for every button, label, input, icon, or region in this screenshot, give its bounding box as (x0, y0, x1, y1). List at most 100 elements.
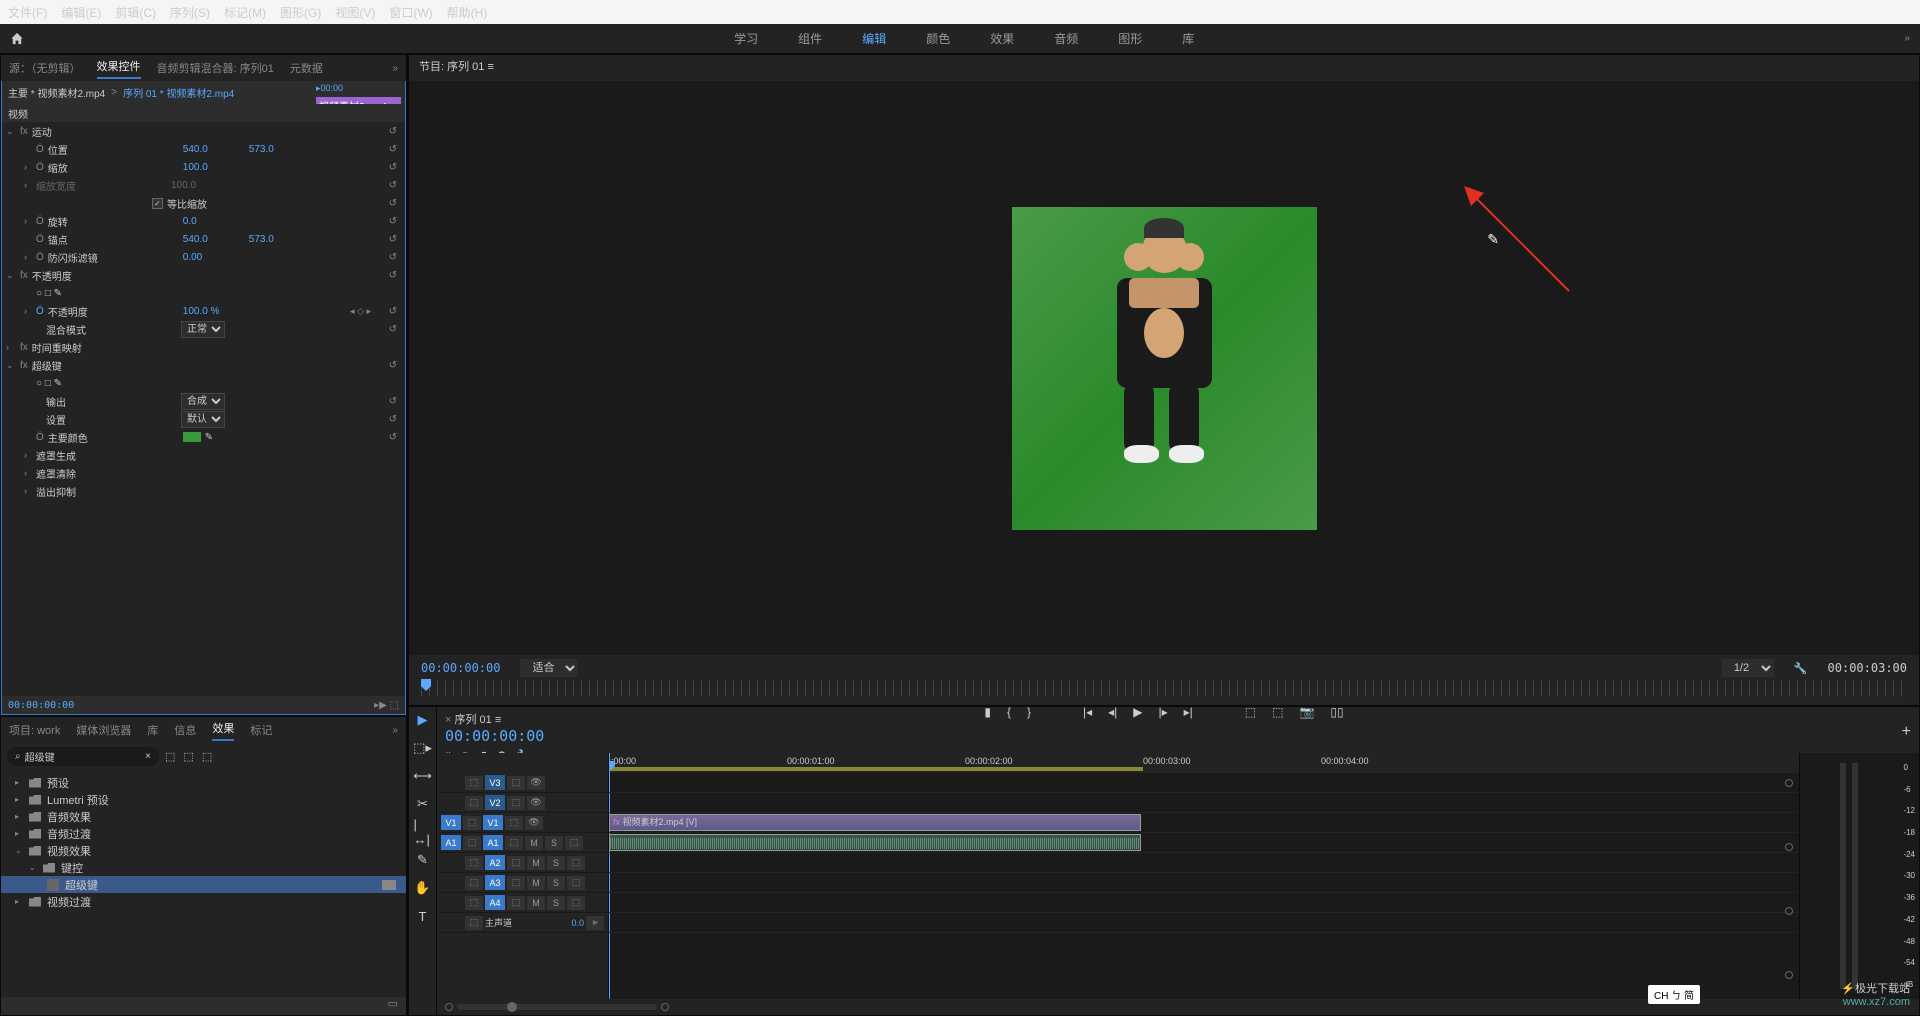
filter-icon-2[interactable]: ⬚ (183, 750, 193, 763)
settings-icon[interactable]: 🔧 (1794, 662, 1808, 675)
tab-info[interactable]: 信息 (174, 722, 196, 738)
track-a1[interactable]: A1⬚A1⬚MS⬚ (437, 833, 608, 853)
ec-blend-mode[interactable]: 混合模式正常↺ (2, 320, 405, 338)
ec-timeremap[interactable]: ›fx时间重映射 (2, 338, 405, 356)
zoom-in-icon[interactable] (661, 1003, 669, 1011)
blend-select[interactable]: 正常 (181, 321, 225, 338)
extract-icon[interactable]: ⬚ (1272, 705, 1283, 719)
tree-lumetri[interactable]: ▸Lumetri 预设 (1, 791, 406, 808)
zoom-select[interactable]: 1/2 (1722, 659, 1774, 677)
compare-icon[interactable]: ▯▯ (1330, 705, 1343, 719)
ec-uniform-scale[interactable]: ✓等比缩放↺ (2, 194, 405, 212)
menu-file[interactable]: 文件(F) (8, 4, 47, 21)
home-icon[interactable] (10, 32, 24, 46)
ec-sequence-clip[interactable]: 序列 01 * 视频素材2.mp4 (123, 85, 234, 100)
hand-tool-icon[interactable]: ✋ (414, 879, 432, 897)
track-a3[interactable]: ⬚A3⬚MS⬚ (437, 873, 608, 893)
tree-ultrakey[interactable]: 超级键 (1, 876, 406, 893)
tree-audiotr[interactable]: ▸音频过渡 (1, 825, 406, 842)
track-a4[interactable]: ⬚A4⬚MS⬚ (437, 893, 608, 913)
tree-presets[interactable]: ▸预设 (1, 774, 406, 791)
ec-opacity[interactable]: ⌄fx不透明度↺ (2, 266, 405, 284)
ec-matteclean[interactable]: ›遮罩清除 (2, 464, 405, 482)
ec-play-icon[interactable]: ▸▶ ⬚ (374, 700, 399, 711)
tree-videofx[interactable]: ⌄视频效果 (1, 842, 406, 859)
filter-icon-1[interactable]: ⬚ (165, 750, 175, 763)
goto-out-icon[interactable]: ▸| (1184, 705, 1193, 719)
ec-keycolor[interactable]: Ö主要颜色✎↺ (2, 428, 405, 446)
menu-help[interactable]: 帮助(H) (447, 4, 488, 21)
program-timecode-left[interactable]: 00:00:00:00 (421, 661, 500, 675)
tab-media-browser[interactable]: 媒体浏览器 (76, 722, 131, 738)
ec-spillsupp[interactable]: ›溢出抑制 (2, 482, 405, 500)
lift-icon[interactable]: ⬚ (1245, 705, 1256, 719)
program-monitor[interactable]: ✎ (409, 81, 1919, 655)
ws-library[interactable]: 库 (1182, 30, 1194, 47)
tab-metadata[interactable]: 元数据 (290, 60, 323, 76)
goto-in-icon[interactable]: |◂ (1083, 705, 1092, 719)
ec-ultrakey[interactable]: ⌄fx超级键↺ (2, 356, 405, 374)
out-icon[interactable]: } (1027, 705, 1031, 719)
track-zoom-handle[interactable] (1785, 779, 1793, 787)
track-v3[interactable]: ⬚V3⬚👁 (437, 773, 608, 793)
menu-marker[interactable]: 标记(M) (224, 4, 266, 21)
timeline-track-area[interactable]: :00:00 00:00:01:00 00:00:02:00 00:00:03:… (609, 753, 1799, 999)
pen-tool-icon[interactable]: ✎ (414, 851, 432, 869)
menu-edit[interactable]: 编辑(E) (61, 4, 101, 21)
track-v1[interactable]: V1⬚V1⬚👁 (437, 813, 608, 833)
menu-graphics[interactable]: 图形(G) (280, 4, 321, 21)
ec-flicker[interactable]: ›Ö防闪烁滤镜0.00↺ (2, 248, 405, 266)
ec-position[interactable]: Ö位置540.0573.0↺ (2, 140, 405, 158)
menu-sequence[interactable]: 序列(S) (170, 4, 210, 21)
ec-setting[interactable]: 设置默认↺ (2, 410, 405, 428)
ec-motion[interactable]: ⌄fx运动↺ (2, 122, 405, 140)
tab-effects[interactable]: 效果 (212, 720, 234, 741)
ec-scale[interactable]: ›Ö缩放100.0↺ (2, 158, 405, 176)
menu-view[interactable]: 视图(V) (335, 4, 375, 21)
tab-project[interactable]: 项目: work (9, 722, 60, 738)
tree-audiofx[interactable]: ▸音频效果 (1, 808, 406, 825)
in-icon[interactable]: { (1007, 705, 1011, 719)
track-select-tool-icon[interactable]: ⬚▸ (414, 739, 432, 757)
ec-opacity-masks[interactable]: ○ □ ✎ (2, 284, 405, 302)
ws-edit[interactable]: 编辑 (862, 30, 886, 47)
tab-source[interactable]: 源：（无剪辑） (9, 60, 81, 76)
new-bin-icon[interactable]: ▭ (388, 997, 398, 1015)
clear-search-icon[interactable]: × (145, 751, 151, 762)
output-select[interactable]: 合成 (181, 393, 225, 410)
tree-keying[interactable]: ⌄键控 (1, 859, 406, 876)
razor-tool-icon[interactable]: ✂ (414, 795, 432, 813)
tab-marker[interactable]: 标记 (250, 722, 272, 738)
ws-audio[interactable]: 音频 (1054, 30, 1078, 47)
workspace-overflow-icon[interactable]: » (1904, 33, 1910, 44)
work-area-bar[interactable] (609, 767, 1143, 771)
track-master[interactable]: ⬚主声道0.0⪢ (437, 913, 608, 933)
ws-learn[interactable]: 学习 (734, 30, 758, 47)
ws-graphics[interactable]: 图形 (1118, 30, 1142, 47)
filter-icon-3[interactable]: ⬚ (202, 750, 212, 763)
ec-rotation[interactable]: ›Ö旋转0.0↺ (2, 212, 405, 230)
button-editor-icon[interactable]: + (1902, 723, 1911, 741)
browser-overflow-icon[interactable]: » (392, 725, 398, 736)
slip-tool-icon[interactable]: |↔| (414, 823, 432, 841)
menu-window[interactable]: 窗口(W) (389, 4, 432, 21)
export-frame-icon[interactable]: 📷 (1299, 705, 1314, 719)
ws-color[interactable]: 颜色 (926, 30, 950, 47)
timeline-ruler[interactable]: :00:00 00:00:01:00 00:00:02:00 00:00:03:… (609, 753, 1799, 773)
ec-ultrakey-masks[interactable]: ○ □ ✎ (2, 374, 405, 392)
zoom-slider[interactable] (457, 1004, 657, 1010)
tree-videotr[interactable]: ▸视频过渡 (1, 893, 406, 910)
source-overflow-icon[interactable]: » (392, 63, 398, 74)
ws-assembly[interactable]: 组件 (798, 30, 822, 47)
setting-select[interactable]: 默认 (181, 411, 225, 428)
tab-audio-mixer[interactable]: 音频剪辑混合器: 序列01 (157, 60, 274, 76)
ec-mattegen[interactable]: ›遮罩生成 (2, 446, 405, 464)
timeline-timecode[interactable]: 00:00:00:00 (445, 727, 609, 745)
ws-effects[interactable]: 效果 (990, 30, 1014, 47)
track-zoom-handle[interactable] (1785, 971, 1793, 979)
key-color-swatch[interactable] (183, 432, 201, 442)
program-scrubber[interactable] (421, 681, 1907, 697)
track-zoom-handle[interactable] (1785, 843, 1793, 851)
ec-master-clip[interactable]: 主要 * 视频素材2.mp4 (8, 85, 105, 100)
type-tool-icon[interactable]: T (414, 907, 432, 925)
